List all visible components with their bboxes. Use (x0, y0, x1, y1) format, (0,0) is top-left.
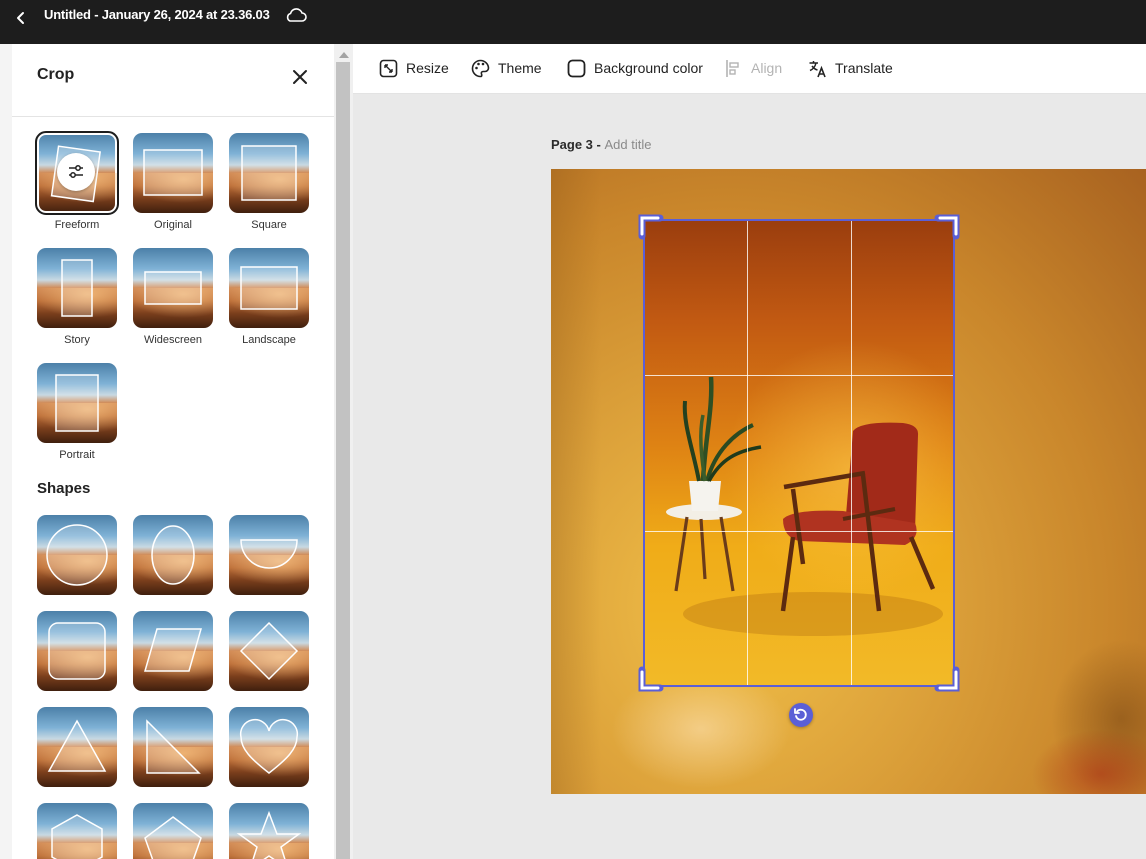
shape-parallelogram[interactable] (133, 611, 213, 691)
align-label: Align (751, 60, 783, 76)
preset-square[interactable]: Square (229, 133, 309, 231)
grid-line (643, 531, 955, 532)
color-swatch-icon (567, 59, 586, 77)
preset-landscape[interactable]: Landscape (229, 248, 309, 346)
preset-thumb[interactable] (37, 248, 117, 328)
shape-ellipse[interactable] (133, 515, 213, 595)
theme-button[interactable]: Theme (471, 58, 542, 78)
crop-handle-bottom-right[interactable] (934, 666, 960, 692)
crop-area-image[interactable] (643, 219, 955, 687)
rounded-square-icon[interactable] (37, 611, 117, 691)
crop-handle-top-right[interactable] (934, 214, 960, 240)
triangle-icon[interactable] (37, 707, 117, 787)
translate-label: Translate (835, 60, 893, 76)
background-color-button[interactable]: Background color (567, 58, 703, 78)
shape-triangle[interactable] (37, 707, 117, 787)
preset-thumb[interactable] (229, 248, 309, 328)
canvas-area: Page 3 - Add title (353, 94, 1146, 859)
right-triangle-icon[interactable] (133, 707, 213, 787)
cloud-sync-icon[interactable] (284, 5, 308, 25)
theme-label: Theme (498, 60, 542, 76)
panel-scrollbar[interactable] (334, 44, 353, 859)
preset-story[interactable]: Story (37, 248, 117, 346)
ellipse-icon[interactable] (133, 515, 213, 595)
document-title[interactable]: Untitled - January 26, 2024 at 23.36.03 (44, 7, 270, 22)
pentagon-icon[interactable] (133, 803, 213, 859)
preset-portrait[interactable]: Portrait (37, 363, 117, 461)
preset-label: Freeform (54, 219, 100, 231)
shape-rounded-square[interactable] (37, 611, 117, 691)
shape-hexagon[interactable] (37, 803, 117, 859)
shape-right-triangle[interactable] (133, 707, 213, 787)
grid-line (851, 219, 852, 687)
translate-button[interactable]: Translate (808, 58, 893, 78)
shape-half-circle[interactable] (229, 515, 309, 595)
crop-panel: Crop Freeform Original Square Story Wide… (12, 44, 334, 859)
preset-freeform[interactable]: Freeform (35, 131, 119, 231)
preset-thumb[interactable] (37, 363, 117, 443)
preset-label: Landscape (242, 334, 296, 346)
preset-label: Square (251, 219, 287, 231)
crop-handle-bottom-left[interactable] (638, 666, 664, 692)
scene-illustration (666, 376, 943, 636)
preset-widescreen[interactable]: Widescreen (133, 248, 213, 346)
preset-label: Portrait (59, 449, 95, 461)
page-image[interactable] (551, 169, 1146, 794)
star-icon[interactable] (229, 803, 309, 859)
parallelogram-icon[interactable] (133, 611, 213, 691)
preset-thumb[interactable] (133, 133, 213, 213)
editor-toolbar: Resize Theme Background color Align Tran… (353, 44, 1146, 94)
grid-line (747, 219, 748, 687)
preset-thumb[interactable] (35, 131, 119, 215)
add-title-link[interactable]: Add title (604, 137, 651, 152)
palette-icon (471, 59, 490, 77)
diamond-icon[interactable] (229, 611, 309, 691)
preset-label: Widescreen (143, 334, 203, 346)
crop-handle-top-left[interactable] (638, 214, 664, 240)
preset-label: Original (154, 219, 192, 231)
image-shade (551, 169, 601, 794)
image-blur (1031, 729, 1146, 794)
panel-header: Crop (12, 44, 334, 117)
preset-original[interactable]: Original (133, 133, 213, 231)
resize-icon (379, 59, 398, 77)
resize-button[interactable]: Resize (379, 58, 449, 78)
align-icon (726, 59, 739, 77)
preset-label: Story (64, 334, 90, 346)
back-chevron-icon[interactable] (14, 8, 28, 28)
heart-icon[interactable] (229, 707, 309, 787)
rotate-icon (794, 708, 807, 721)
scroll-up-arrow-icon[interactable] (339, 52, 349, 58)
grid-line (643, 375, 955, 376)
half-circle-icon[interactable] (229, 515, 309, 595)
resize-label: Resize (406, 60, 449, 76)
close-icon[interactable] (290, 67, 310, 87)
align-button[interactable]: Align (724, 58, 782, 78)
page-label: Page 3 - Add title (551, 137, 651, 152)
shape-pentagon[interactable] (133, 803, 213, 859)
preset-thumb[interactable] (133, 248, 213, 328)
background-color-label: Background color (594, 60, 703, 76)
rotate-button[interactable] (789, 703, 813, 727)
preset-thumb[interactable] (229, 133, 309, 213)
hexagon-icon[interactable] (37, 803, 117, 859)
title-bar: Untitled - January 26, 2024 at 23.36.03 (0, 0, 1146, 44)
page-number-label: Page 3 - (551, 137, 605, 152)
shape-circle[interactable] (37, 515, 117, 595)
adjust-sliders-icon (57, 153, 95, 191)
panel-title: Crop (37, 66, 75, 83)
shape-diamond[interactable] (229, 611, 309, 691)
shape-heart[interactable] (229, 707, 309, 787)
circle-icon[interactable] (37, 515, 117, 595)
shapes-heading: Shapes (37, 480, 91, 497)
translate-icon (809, 60, 826, 77)
shape-star[interactable] (229, 803, 309, 859)
scrollbar-thumb[interactable] (336, 62, 350, 859)
